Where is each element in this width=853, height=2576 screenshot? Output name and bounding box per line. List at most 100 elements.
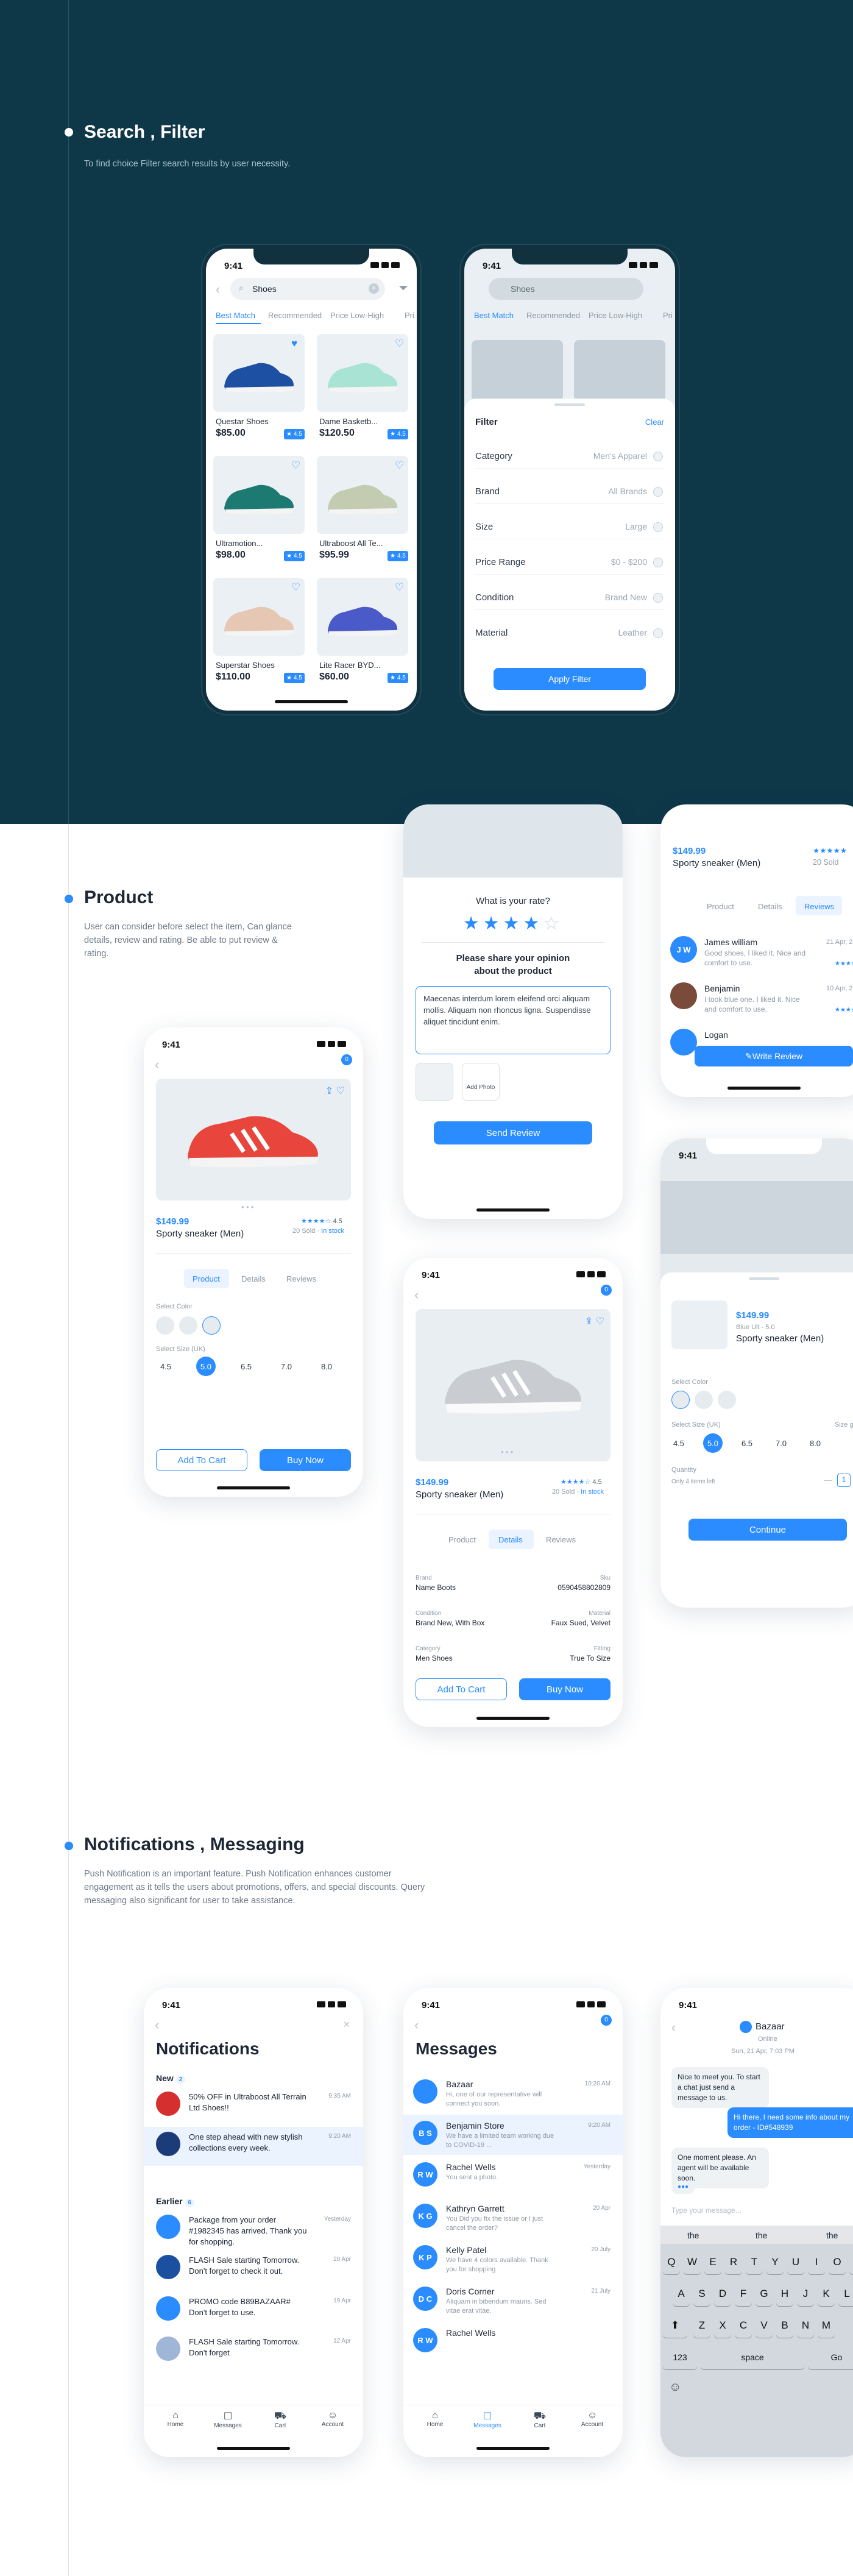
conversation-name[interactable]: Kelly Patel <box>446 2245 486 2255</box>
key-s[interactable]: S <box>693 2282 710 2306</box>
size-option[interactable]: 5.0 <box>703 1433 723 1453</box>
size-option[interactable]: 6.5 <box>236 1357 256 1376</box>
nav-cart[interactable]: ⛟ Cart <box>522 2410 558 2429</box>
filter-icon[interactable]: ⏷ <box>398 282 408 296</box>
emoji-icon[interactable]: ☺ <box>669 2380 681 2394</box>
key-e[interactable]: E <box>704 2250 721 2274</box>
conversation-name[interactable]: Kathryn Garrett <box>446 2204 504 2213</box>
key-m[interactable]: M <box>818 2313 835 2338</box>
key-w[interactable]: W <box>684 2250 701 2274</box>
filter-row-size[interactable]: Size Large <box>475 522 664 540</box>
size-option[interactable]: 4.5 <box>669 1433 688 1453</box>
key-u[interactable]: U <box>787 2250 804 2274</box>
notification-text[interactable]: Package from your order #1982345 has arr… <box>189 2215 311 2248</box>
back-icon[interactable]: ‹ <box>155 1057 159 1073</box>
conversation-name[interactable]: Benjamin Store <box>446 2121 504 2131</box>
buy-now-button[interactable]: Buy Now <box>519 1678 611 1700</box>
notification-text[interactable]: One step ahead with new stylish collecti… <box>189 2132 311 2154</box>
nav-cart[interactable]: ⛟ Cart <box>262 2410 299 2429</box>
continue-button[interactable]: Continue <box>688 1519 847 1541</box>
heart-icon[interactable]: ♥ <box>291 338 297 350</box>
size-option[interactable]: 7.0 <box>771 1433 791 1453</box>
tab-price-low-high[interactable]: Price Low-High <box>330 311 384 320</box>
key-o[interactable]: O <box>829 2250 846 2274</box>
heart-icon[interactable]: ♡ <box>291 581 300 594</box>
review-photo-thumb[interactable] <box>416 1063 453 1101</box>
key-d[interactable]: D <box>714 2282 731 2306</box>
notification-text[interactable]: FLASH Sale starting Tomorrow. Don't forg… <box>189 2336 311 2358</box>
nav-messages[interactable]: ☐ Messages <box>469 2410 506 2429</box>
color-swatch-blue[interactable] <box>156 1316 174 1335</box>
key-c[interactable]: C <box>735 2313 752 2338</box>
key-k[interactable]: K <box>818 2282 835 2306</box>
filter-row-price-range[interactable]: Price Range $0 - $200 <box>475 557 664 575</box>
buy-now-button[interactable]: Buy Now <box>260 1449 351 1471</box>
notification-text[interactable]: 50% OFF in Ultraboost All Terrain Ltd Sh… <box>189 2092 311 2113</box>
sheet-handle[interactable] <box>554 403 585 406</box>
size-option[interactable]: 8.0 <box>317 1357 336 1376</box>
nav-account[interactable]: ☺ Account <box>574 2410 611 2428</box>
key-g[interactable]: G <box>756 2282 773 2306</box>
key-q[interactable]: Q <box>663 2250 680 2274</box>
tab-best-match[interactable]: Best Match <box>216 311 255 320</box>
share-icon[interactable]: ⇪ ♡ <box>325 1085 345 1097</box>
key-x[interactable]: X <box>714 2313 731 2338</box>
notification-text[interactable]: PROMO code B89BAZAAR# Don't forget to us… <box>189 2296 311 2318</box>
tab-price[interactable]: Pri <box>405 311 414 320</box>
tab-reviews[interactable]: Reviews <box>286 1274 316 1283</box>
add-to-cart-button[interactable]: Add To Cart <box>416 1678 507 1700</box>
rating-stars[interactable]: ★★★★☆ <box>403 913 623 934</box>
size-option[interactable]: 5.0 <box>196 1357 216 1376</box>
key-a[interactable]: A <box>673 2282 690 2306</box>
key-v[interactable]: V <box>756 2313 773 2338</box>
review-textarea[interactable]: Maecenas interdum lorem eleifend orci al… <box>416 986 611 1054</box>
key-i[interactable]: I <box>808 2250 825 2274</box>
back-icon[interactable]: ‹ <box>216 282 220 297</box>
heart-icon[interactable]: ♡ <box>395 459 404 472</box>
conversation-name[interactable]: Rachel Wells <box>446 2162 495 2172</box>
tab-product[interactable]: Product <box>193 1274 220 1283</box>
key-p[interactable]: P <box>849 2250 853 2274</box>
numbers-key[interactable]: 123 <box>663 2345 697 2369</box>
send-review-button[interactable]: Send Review <box>434 1121 592 1144</box>
key-h[interactable]: H <box>776 2282 793 2306</box>
size-option[interactable]: 8.0 <box>805 1433 825 1453</box>
add-photo-button[interactable]: Add Photo <box>462 1063 500 1101</box>
shift-key[interactable]: ⬆ <box>663 2313 687 2338</box>
conversation-name[interactable]: Rachel Wells <box>446 2328 495 2338</box>
clear-button[interactable]: Clear <box>645 417 664 427</box>
key-j[interactable]: J <box>797 2282 814 2306</box>
size-option[interactable]: 4.5 <box>156 1357 175 1376</box>
color-swatch-red[interactable] <box>202 1316 221 1335</box>
cart-badge[interactable]: 0 <box>341 1054 352 1065</box>
filter-row-condition[interactable]: Condition Brand New <box>475 592 664 611</box>
filter-row-brand[interactable]: Brand All Brands <box>475 486 664 505</box>
nav-messages[interactable]: ☐ Messages <box>210 2410 246 2429</box>
size-option[interactable]: 7.0 <box>277 1357 296 1376</box>
heart-icon[interactable]: ♡ <box>395 581 404 594</box>
key-l[interactable]: L <box>838 2282 853 2306</box>
space-key[interactable]: space <box>701 2345 804 2369</box>
quantity-stepper[interactable]: 1 <box>837 1474 851 1487</box>
nav-home[interactable]: ⌂ Home <box>417 2410 453 2428</box>
add-to-cart-button[interactable]: Add To Cart <box>156 1449 247 1471</box>
clear-icon[interactable]: × <box>369 283 379 294</box>
key-f[interactable]: F <box>735 2282 752 2306</box>
tab-recommended[interactable]: Recommended <box>268 311 322 320</box>
write-review-button[interactable]: ✎ Write Review <box>695 1046 853 1066</box>
filter-row-category[interactable]: Category Men's Apparel <box>475 451 664 469</box>
color-swatch-white[interactable] <box>179 1316 197 1335</box>
close-icon[interactable]: × <box>343 2018 350 2031</box>
nav-home[interactable]: ⌂ Home <box>157 2410 194 2428</box>
heart-icon[interactable]: ♡ <box>291 459 300 472</box>
conversation-name[interactable]: Bazaar <box>446 2079 473 2089</box>
tab-details[interactable]: Details <box>241 1274 266 1283</box>
key-b[interactable]: B <box>776 2313 793 2338</box>
key-y[interactable]: Y <box>766 2250 784 2274</box>
search-input[interactable]: ⌕ Shoes × <box>230 278 385 300</box>
nav-account[interactable]: ☺ Account <box>314 2410 351 2428</box>
key-t[interactable]: T <box>746 2250 763 2274</box>
heart-icon[interactable]: ♡ <box>395 338 404 350</box>
key-z[interactable]: Z <box>693 2313 710 2338</box>
conversation-name[interactable]: Doris Corner <box>446 2287 494 2296</box>
